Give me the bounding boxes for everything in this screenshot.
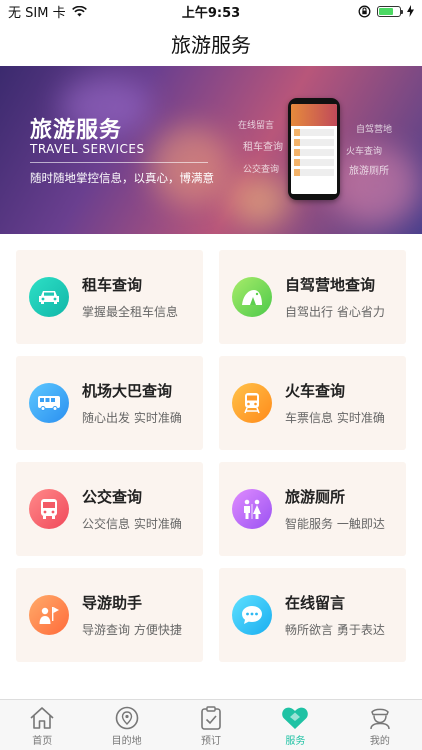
tab-label: 首页 (32, 736, 53, 747)
car-icon (29, 277, 69, 317)
service-grid: 租车查询 掌握最全租车信息 自驾营地查询 自驾出行 省心省力 机场大巴查询 随心… (16, 250, 406, 662)
card-title: 在线留言 (285, 594, 346, 612)
banner-tag: 租车查询 (243, 142, 283, 153)
banner-tag: 公交查询 (243, 165, 280, 175)
card-title: 机场大巴查询 (82, 382, 173, 400)
banner-glow (230, 176, 290, 226)
tab-label: 预订 (201, 736, 222, 747)
carrier-label: 无 SIM 卡 (8, 5, 66, 21)
city-bus-icon (29, 489, 69, 529)
card-text: 机场大巴查询 随心出发 实时准确 (82, 380, 182, 426)
tab-label: 服务 (285, 736, 306, 747)
tab-label: 目的地 (111, 736, 142, 747)
card-text: 自驾营地查询 自驾出行 省心省力 (285, 274, 385, 320)
card-title: 火车查询 (285, 382, 346, 400)
phone-list-row (294, 169, 334, 176)
destination-icon (115, 706, 138, 730)
phone-mockup (288, 98, 340, 200)
banner-subtitle: TRAVEL SERVICES (30, 142, 145, 156)
card-title: 租车查询 (82, 276, 143, 294)
phone-screen (291, 104, 337, 194)
card-subtitle: 畅所欲言 勇于表达 (285, 623, 385, 637)
card-subtitle: 车票信息 实时准确 (285, 411, 385, 425)
card-text: 旅游厕所 智能服务 一触即达 (285, 486, 385, 532)
phone-hero-image (291, 104, 337, 126)
tab-bar: 首页 目的地 预订 服务 我的 (0, 699, 422, 750)
phone-list-row (294, 149, 334, 156)
banner-tag: 火车查询 (346, 147, 383, 157)
card-text: 火车查询 车票信息 实时准确 (285, 380, 385, 426)
page-title: 旅游服务 (171, 32, 251, 57)
tent-icon (232, 277, 272, 317)
wifi-icon (71, 5, 87, 16)
card-title: 旅游厕所 (285, 488, 346, 506)
home-icon (30, 707, 54, 729)
nav-bar: 旅游服务 (0, 22, 422, 64)
service-card-tour-guide[interactable]: 导游助手 导游查询 方便快捷 (16, 568, 203, 662)
battery-fill (379, 7, 393, 15)
train-icon (232, 383, 272, 423)
service-card-campsite[interactable]: 自驾营地查询 自驾出行 省心省力 (219, 250, 406, 344)
tab-label: 我的 (369, 736, 390, 747)
tab-home[interactable]: 首页 (0, 700, 84, 750)
card-text: 租车查询 掌握最全租车信息 (82, 274, 178, 320)
chat-icon (232, 595, 272, 635)
service-card-city-bus[interactable]: 公交查询 公交信息 实时准确 (16, 462, 203, 556)
status-left: 无 SIM 卡 (8, 2, 87, 21)
card-text: 导游助手 导游查询 方便快捷 (82, 592, 182, 638)
card-subtitle: 自驾出行 省心省力 (285, 305, 385, 319)
card-subtitle: 智能服务 一触即达 (285, 517, 385, 531)
status-bar: 无 SIM 卡 上午9:53 (0, 0, 422, 22)
banner-description: 随时随地掌控信息，以真心，博满意 (30, 171, 214, 185)
service-card-restroom[interactable]: 旅游厕所 智能服务 一触即达 (219, 462, 406, 556)
card-subtitle: 掌握最全租车信息 (82, 305, 179, 319)
status-right (358, 5, 414, 18)
card-text: 公交查询 公交信息 实时准确 (82, 486, 182, 532)
banner-tag: 在线留言 (238, 121, 275, 131)
service-heart-icon (282, 707, 309, 729)
orientation-lock-icon (358, 5, 371, 17)
banner-tag: 自驾营地 (356, 125, 393, 135)
banner-divider (30, 162, 208, 163)
tab-profile[interactable]: 我的 (338, 700, 422, 750)
banner-glow (150, 126, 230, 206)
restroom-icon (232, 489, 272, 529)
banner-title: 旅游服务 (30, 118, 123, 143)
card-title: 公交查询 (82, 488, 143, 506)
tab-service[interactable]: 服务 (253, 700, 337, 750)
battery-icon (377, 5, 403, 17)
card-subtitle: 随心出发 实时准确 (82, 411, 182, 425)
banner[interactable]: 旅游服务 TRAVEL SERVICES 随时随地掌控信息，以真心，博满意 在线… (0, 66, 422, 234)
phone-list-row (294, 139, 334, 146)
card-title: 导游助手 (82, 594, 143, 612)
charging-icon (407, 5, 414, 17)
tab-booking[interactable]: 预订 (169, 700, 253, 750)
bus-icon (29, 383, 69, 423)
card-subtitle: 公交信息 实时准确 (82, 517, 182, 531)
phone-list-row (294, 129, 334, 136)
booking-icon (201, 706, 221, 730)
phone-list-row (294, 159, 334, 166)
profile-icon (370, 708, 390, 730)
tab-destination[interactable]: 目的地 (84, 700, 168, 750)
guide-icon (29, 595, 69, 635)
service-card-train[interactable]: 火车查询 车票信息 实时准确 (219, 356, 406, 450)
banner-glow (330, 146, 420, 226)
service-card-message[interactable]: 在线留言 畅所欲言 勇于表达 (219, 568, 406, 662)
banner-tag: 旅游厕所 (349, 166, 389, 177)
card-subtitle: 导游查询 方便快捷 (82, 623, 182, 637)
service-card-car-rental[interactable]: 租车查询 掌握最全租车信息 (16, 250, 203, 344)
card-title: 自驾营地查询 (285, 276, 376, 294)
card-text: 在线留言 畅所欲言 勇于表达 (285, 592, 385, 638)
service-card-airport-bus[interactable]: 机场大巴查询 随心出发 实时准确 (16, 356, 203, 450)
